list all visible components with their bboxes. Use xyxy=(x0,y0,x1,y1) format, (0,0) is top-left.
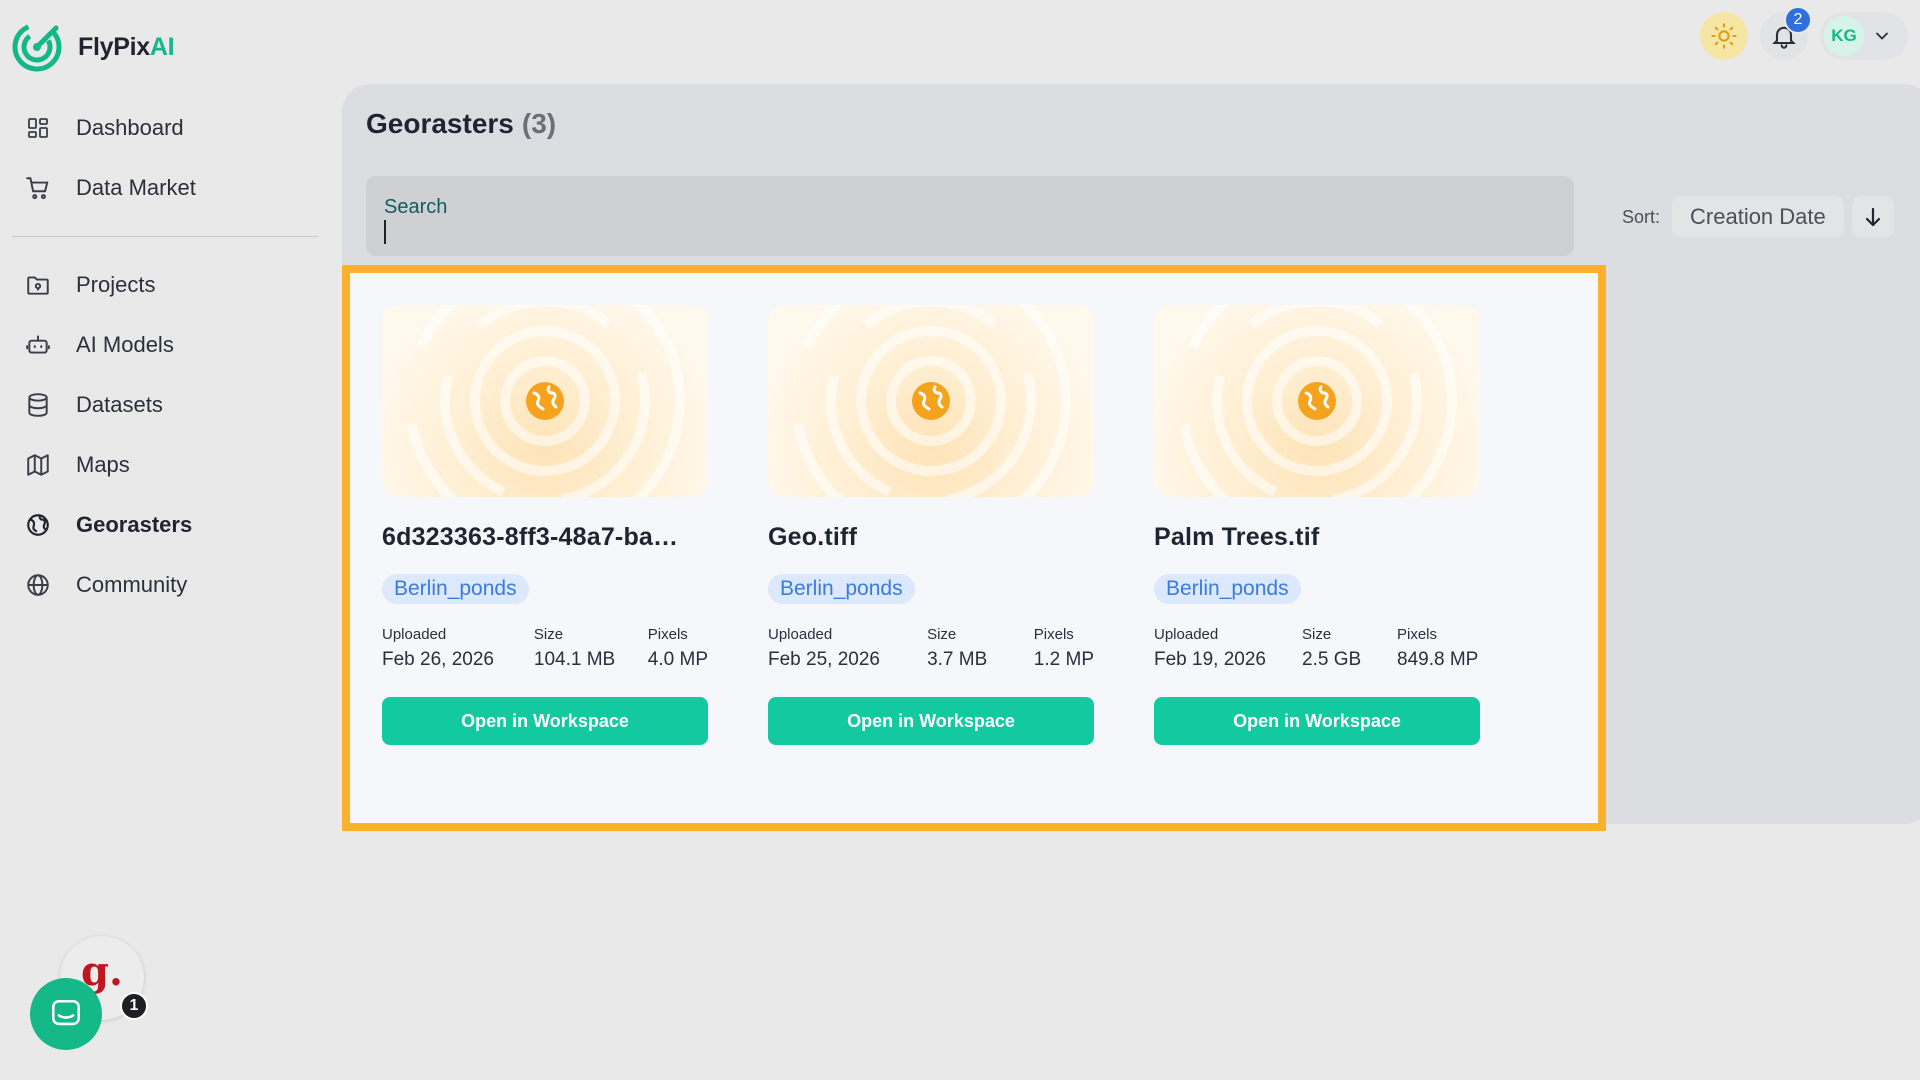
notifications-button[interactable]: 2 xyxy=(1760,6,1812,60)
robot-icon xyxy=(24,331,52,359)
georaster-card: Geo.tiff Berlin_ponds Uploaded Feb 25, 20… xyxy=(768,305,1094,745)
sidebar-item-projects[interactable]: Projects xyxy=(12,255,318,315)
arrow-down-icon xyxy=(1865,207,1880,227)
chevron-down-icon xyxy=(1876,32,1888,40)
meta-label: Uploaded xyxy=(768,626,833,643)
meta-label: Size xyxy=(927,626,957,643)
open-in-workspace-button[interactable]: Open in Workspace xyxy=(768,697,1094,745)
sidebar-item-label: Maps xyxy=(76,452,130,477)
sort-select[interactable]: Creation Date xyxy=(1672,196,1844,238)
folder-icon xyxy=(24,271,52,299)
sidebar-item-dashboard[interactable]: Dashboard xyxy=(12,98,318,158)
page-title: Georasters (3) xyxy=(366,108,557,139)
map-icon xyxy=(24,451,52,479)
meta-label: Uploaded xyxy=(382,626,447,643)
top-bar: 2 KG xyxy=(1700,6,1908,60)
meta-label: Size xyxy=(1302,626,1332,643)
avatar: KG xyxy=(1824,16,1864,56)
uploaded-date: Feb 25, 2026 xyxy=(768,649,880,670)
georaster-name: 6d323363-8ff3-48a7-ba… xyxy=(382,523,679,551)
georaster-thumbnail[interactable] xyxy=(1154,305,1480,497)
georaster-meta: Uploaded Feb 26, 2026 Size 104.1 MB Pixels… xyxy=(382,626,708,671)
globe-grid-icon xyxy=(24,511,52,539)
georaster-name: Geo.tiff xyxy=(768,523,858,551)
file-size: 2.5 GB xyxy=(1302,649,1362,670)
dataset-tag[interactable]: Berlin_ponds xyxy=(382,574,529,604)
pixel-count: 849.8 MP xyxy=(1397,649,1479,670)
chat-icon xyxy=(51,999,81,1026)
sidebar-item-community[interactable]: Community xyxy=(12,555,318,615)
meta-label: Pixels xyxy=(1397,626,1438,643)
open-in-workspace-button[interactable]: Open in Workspace xyxy=(382,697,708,745)
chat-unread-badge: 1 xyxy=(120,992,148,1020)
meta-label: Size xyxy=(533,626,564,643)
sidebar: FlyPixAI Dashboard Data Market Projects xyxy=(0,0,330,1080)
globe-icon xyxy=(24,571,52,599)
sidebar-item-label: Community xyxy=(76,572,188,597)
dataset-tag[interactable]: Berlin_ponds xyxy=(768,574,915,604)
pixel-count: 4.0 MP xyxy=(647,649,708,670)
sidebar-item-label: Data Market xyxy=(76,175,196,200)
georaster-card: Palm Trees.tif Berlin_ponds Uploaded Feb … xyxy=(1154,305,1480,745)
georaster-thumbnail[interactable] xyxy=(382,305,708,497)
sidebar-item-label: AI Models xyxy=(76,332,174,357)
georaster-meta: Uploaded Feb 25, 2026 Size 3.7 MB Pixels 1.… xyxy=(768,626,1094,671)
globe-icon xyxy=(912,382,950,420)
brand-name: FlyPixAI xyxy=(78,32,175,61)
cart-icon xyxy=(24,174,52,202)
uploaded-date: Feb 26, 2026 xyxy=(382,649,494,670)
text-caret xyxy=(384,220,386,244)
search-input[interactable]: Search xyxy=(366,176,1574,256)
open-in-workspace-button[interactable]: Open in Workspace xyxy=(1154,697,1480,745)
notification-count-badge: 2 xyxy=(1784,6,1812,34)
sort-label: Sort: xyxy=(1622,206,1661,227)
sidebar-item-datasets[interactable]: Datasets xyxy=(12,375,318,435)
sort-controls: Sort: Creation Date xyxy=(1622,196,1894,238)
georaster-card: 6d323363-8ff3-48a7-ba… Berlin_ponds Uplo… xyxy=(382,305,708,745)
item-count: (3) xyxy=(521,108,557,139)
theme-toggle-button[interactable] xyxy=(1700,12,1748,60)
georaster-meta: Uploaded Feb 19, 2026 Size 2.5 GB Pixels 84… xyxy=(1154,626,1480,671)
meta-label: Pixels xyxy=(647,626,688,643)
sidebar-item-georasters[interactable]: Georasters xyxy=(12,495,318,555)
meta-label: Pixels xyxy=(1033,626,1074,643)
sidebar-item-data-market[interactable]: Data Market xyxy=(12,158,318,218)
user-menu-button[interactable]: KG xyxy=(1820,12,1908,60)
file-size: 104.1 MB xyxy=(533,649,616,670)
pixel-count: 1.2 MP xyxy=(1033,649,1094,670)
globe-icon xyxy=(526,382,564,420)
database-icon xyxy=(24,391,52,419)
sidebar-item-ai-models[interactable]: AI Models xyxy=(12,315,318,375)
globe-icon xyxy=(1298,382,1336,420)
sun-icon xyxy=(1711,23,1737,49)
main-nav: Dashboard Data Market Projects AI Models xyxy=(12,98,318,615)
uploaded-date: Feb 19, 2026 xyxy=(1154,649,1266,670)
georaster-cards-grid: 6d323363-8ff3-48a7-ba… Berlin_ponds Uplo… xyxy=(342,265,1606,831)
brand-logo[interactable]: FlyPixAI xyxy=(12,22,175,72)
sidebar-item-label: Georasters xyxy=(76,512,193,537)
search-placeholder: Search xyxy=(384,196,448,218)
sidebar-item-label: Dashboard xyxy=(76,115,184,140)
flypix-logo-icon xyxy=(12,22,62,72)
file-size: 3.7 MB xyxy=(927,649,988,670)
sidebar-item-maps[interactable]: Maps xyxy=(12,435,318,495)
dashboard-icon xyxy=(24,114,52,142)
sidebar-item-label: Projects xyxy=(76,272,156,297)
sidebar-item-label: Datasets xyxy=(76,392,163,417)
dataset-tag[interactable]: Berlin_ponds xyxy=(1154,574,1301,604)
chat-launcher-button[interactable] xyxy=(30,978,102,1050)
nav-divider xyxy=(12,236,318,237)
georaster-name: Palm Trees.tif xyxy=(1154,523,1320,551)
meta-label: Uploaded xyxy=(1154,626,1219,643)
sort-direction-button[interactable] xyxy=(1851,196,1894,238)
georaster-thumbnail[interactable] xyxy=(768,305,1094,497)
